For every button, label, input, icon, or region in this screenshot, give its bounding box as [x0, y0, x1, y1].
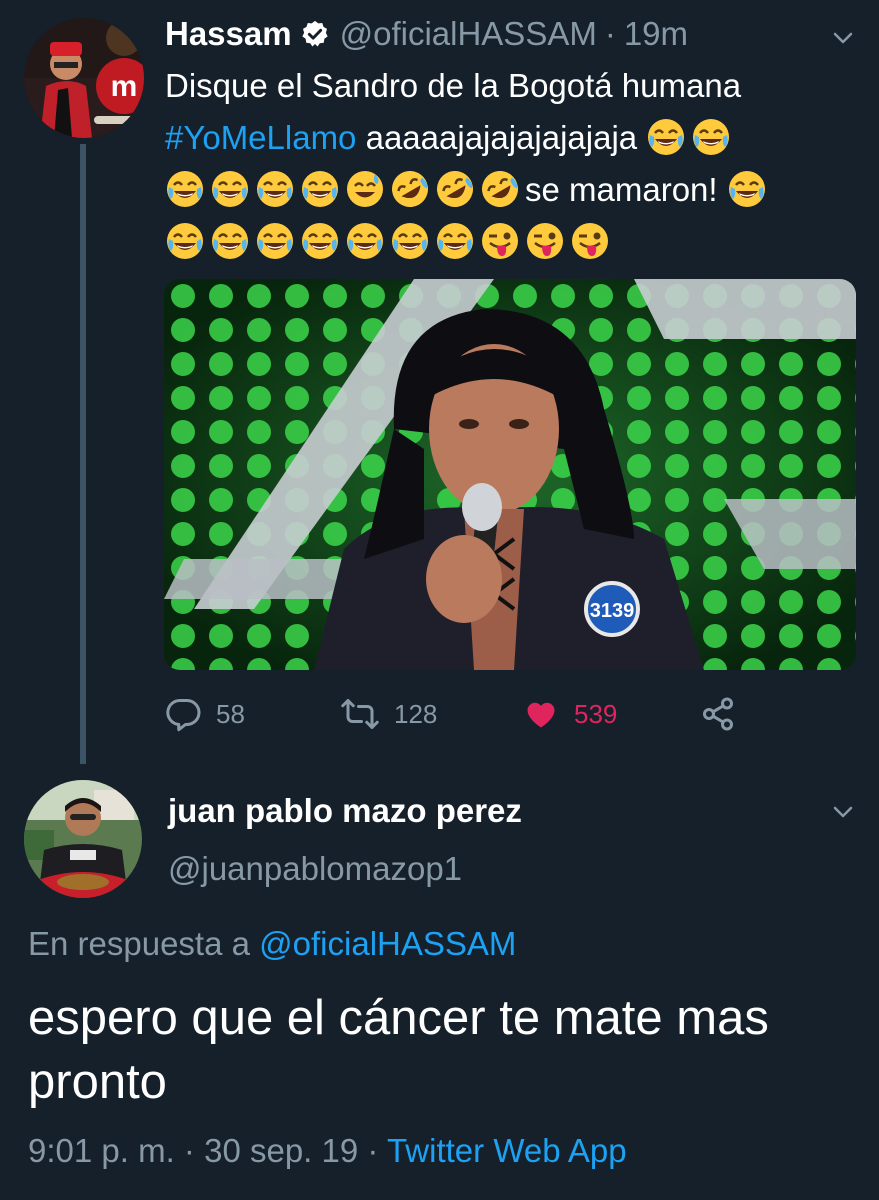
joy-emoji-icon	[390, 221, 430, 261]
joy-emoji-icon	[300, 169, 340, 209]
tweet-header: Hassam @oficialHASSAM · 19m	[165, 14, 688, 54]
heart-icon	[527, 702, 555, 728]
tweet-text-line-4	[165, 216, 855, 268]
like-button[interactable]: 539	[522, 690, 617, 738]
tweet-text-line-3: se mamaron!	[165, 164, 855, 216]
emoji-group	[165, 171, 525, 208]
tweet-text: Disque el Sandro de la Bogotá humana #Yo…	[165, 60, 855, 268]
avatar-image	[24, 780, 142, 898]
tweet-text-segment: se mamaron!	[525, 171, 718, 208]
replying-to-label: En respuesta a	[28, 925, 250, 962]
replying-to-handle-link[interactable]: @oficialHASSAM	[259, 925, 516, 962]
joy-emoji-icon	[646, 117, 686, 157]
author-handle[interactable]: @oficialHASSAM	[340, 14, 597, 54]
separator-dot: ·	[183, 1132, 195, 1169]
joy-emoji-icon	[210, 221, 250, 261]
replying-to-line: En respuesta a @oficialHASSAM	[28, 925, 516, 963]
joy-emoji-icon	[435, 221, 475, 261]
svg-text:m: m	[111, 70, 138, 103]
reply-button[interactable]: 58	[166, 690, 245, 738]
tweet-source-link[interactable]: Twitter Web App	[387, 1132, 627, 1169]
emoji-group	[646, 119, 736, 156]
rofl-emoji-icon	[480, 169, 520, 209]
joy-emoji-icon	[210, 169, 250, 209]
chevron-down-icon[interactable]	[831, 800, 855, 824]
tongue-wink-emoji-icon	[480, 221, 520, 261]
avatar-image: m	[24, 18, 144, 138]
joy-emoji-icon	[345, 221, 385, 261]
tweet-timestamp[interactable]: 19m	[624, 14, 688, 54]
reply-tweet-text: espero que el cáncer te mate mas pronto	[28, 991, 769, 1109]
tweet-media-image[interactable]: 3139	[164, 279, 856, 670]
tweet-text-segment: Disque el Sandro de la Bogotá humana	[165, 67, 742, 104]
retweet-icon	[341, 699, 379, 729]
chevron-down-icon[interactable]	[831, 26, 855, 50]
reply-time[interactable]: 9:01 p. m.	[28, 1132, 175, 1169]
reply-author-display-name[interactable]: juan pablo mazo perez	[168, 792, 522, 830]
verified-badge-icon	[301, 20, 328, 47]
separator-dot: ·	[604, 15, 616, 52]
retweet-count: 128	[394, 698, 438, 729]
share-button[interactable]	[700, 690, 750, 738]
reply-author-handle[interactable]: @juanpablomazop1	[168, 850, 462, 888]
reply-count: 58	[216, 698, 245, 729]
joy-emoji-icon	[165, 221, 205, 261]
sweat-smile-emoji-icon	[345, 169, 385, 209]
media-badge-number: 3139	[590, 600, 635, 622]
tweet-metadata: 9:01 p. m. · 30 sep. 19 · Twitter Web Ap…	[28, 1132, 627, 1170]
tweet-text-line-2: #YoMeLlamo aaaaajajajajajajaja	[165, 112, 855, 164]
tweet-text-segment: aaaaajajajajajajaja	[365, 119, 638, 156]
tongue-wink-emoji-icon	[525, 221, 565, 261]
tweet-text-line-1: Disque el Sandro de la Bogotá humana	[165, 60, 855, 112]
tongue-wink-emoji-icon	[570, 221, 610, 261]
tweet-thread: m Hassam @oficialHASSAM · 19m Disque el …	[0, 0, 879, 1200]
media-photo: 3139	[164, 279, 856, 670]
hashtag-link[interactable]: #YoMeLlamo	[165, 119, 356, 156]
joy-emoji-icon	[691, 117, 731, 157]
reply-date[interactable]: 30 sep. 19	[204, 1132, 358, 1169]
joy-emoji-icon	[300, 221, 340, 261]
rofl-emoji-icon	[435, 169, 475, 209]
share-icon	[703, 697, 733, 731]
author-display-name[interactable]: Hassam	[165, 14, 292, 54]
rofl-emoji-icon	[390, 169, 430, 209]
emoji-group	[165, 223, 615, 260]
author-avatar[interactable]: m	[24, 18, 144, 138]
reply-author-avatar[interactable]	[24, 780, 142, 898]
joy-emoji-icon	[255, 221, 295, 261]
retweet-button[interactable]: 128	[340, 690, 437, 738]
like-count: 539	[574, 698, 618, 729]
emoji-group	[727, 171, 772, 208]
reply-icon	[166, 698, 201, 732]
joy-emoji-icon	[255, 169, 295, 209]
joy-emoji-icon	[165, 169, 205, 209]
joy-emoji-icon	[727, 169, 767, 209]
thread-connector-line	[80, 144, 86, 764]
separator-dot: ·	[367, 1132, 379, 1169]
tweet-action-bar: 58 128 539	[0, 690, 879, 738]
